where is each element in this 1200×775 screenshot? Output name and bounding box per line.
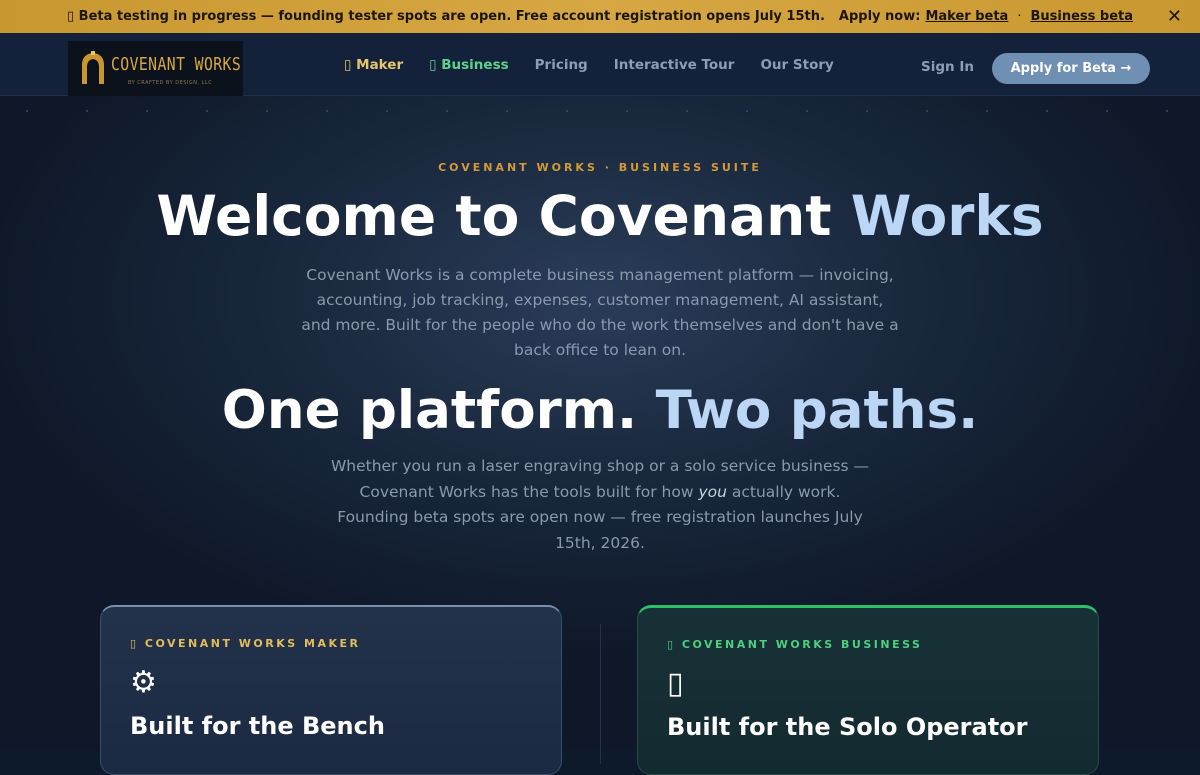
business-card-title: Built for the Solo Operator [667, 713, 1028, 741]
decorative-dot [686, 110, 688, 112]
sub-lead-emphasis: you [698, 482, 727, 501]
page-title: Welcome to Covenant Works [0, 184, 1200, 248]
nav-link-our-story[interactable]: Our Story [760, 57, 833, 73]
beta-link-separator: · [1017, 9, 1022, 24]
maker-beta-link[interactable]: Maker beta [925, 9, 1008, 24]
decorative-dot [1166, 110, 1168, 112]
primary-nav: ▯ Maker ▯ Business Pricing Interactive T… [344, 33, 860, 96]
arch-logo-icon [82, 51, 104, 84]
decorative-dot [746, 110, 748, 112]
nav-link-pricing[interactable]: Pricing [535, 57, 588, 73]
top-navigation: COVENANT WORKS BY CRAFTED BY DESIGN, LLC… [0, 33, 1200, 96]
briefcase-icon: ▯ [667, 666, 684, 701]
decorative-dot [566, 110, 568, 112]
logo[interactable]: COVENANT WORKS BY CRAFTED BY DESIGN, LLC [68, 41, 243, 96]
hero-eyebrow: COVENANT WORKS · BUSINESS SUITE [438, 161, 762, 174]
heading-accent: Two paths. [655, 380, 979, 441]
logo-text: COVENANT WORKS [111, 54, 242, 75]
business-card-tag: ▯ COVENANT WORKS BUSINESS [667, 638, 923, 651]
decorative-dot [206, 110, 208, 112]
business-beta-link[interactable]: Business beta [1030, 9, 1133, 24]
decorative-dot [806, 110, 808, 112]
title-accent: Works [850, 184, 1044, 248]
decorative-dot [1106, 110, 1108, 112]
gear-icon: ⚙ [130, 665, 157, 700]
logo-subtext: BY CRAFTED BY DESIGN, LLC [128, 80, 213, 86]
section-description: Whether you run a laser engraving shop o… [330, 454, 870, 556]
decorative-dot [866, 110, 868, 112]
decorative-dot [86, 110, 88, 112]
decorative-dot [266, 110, 268, 112]
nav-link-business[interactable]: ▯ Business [429, 57, 509, 73]
sign-in-link[interactable]: Sign In [921, 59, 974, 75]
maker-card-title: Built for the Bench [130, 712, 385, 740]
section-heading: One platform. Two paths. [0, 380, 1200, 441]
decorative-dot [626, 110, 628, 112]
title-main: Welcome to Covenant [156, 184, 832, 248]
decorative-dot [326, 110, 328, 112]
maker-card-tag: ▯ COVENANT WORKS MAKER [130, 637, 361, 650]
decorative-dot-row [0, 110, 1200, 116]
heading-main: One platform. [221, 380, 638, 441]
decorative-dot [26, 110, 28, 112]
hero-description: Covenant Works is a complete business ma… [301, 266, 899, 359]
beta-apply-prefix: Apply now: [838, 9, 921, 24]
close-icon[interactable]: ✕ [1167, 6, 1182, 27]
beta-message: ▯ Beta testing in progress — founding te… [66, 9, 825, 24]
decorative-dot [506, 110, 508, 112]
hero-section: COVENANT WORKS · BUSINESS SUITE Welcome … [0, 96, 1200, 775]
nav-link-maker[interactable]: ▯ Maker [344, 57, 403, 73]
decorative-dot [986, 110, 988, 112]
decorative-dot [386, 110, 388, 112]
decorative-dot [926, 110, 928, 112]
beta-announcement-bar: ▯ Beta testing in progress — founding te… [0, 0, 1200, 33]
decorative-dot [1046, 110, 1048, 112]
decorative-dot [446, 110, 448, 112]
decorative-dot [146, 110, 148, 112]
apply-for-beta-button[interactable]: Apply for Beta → [992, 53, 1150, 84]
card-divider [600, 624, 601, 764]
nav-link-interactive-tour[interactable]: Interactive Tour [614, 57, 735, 73]
